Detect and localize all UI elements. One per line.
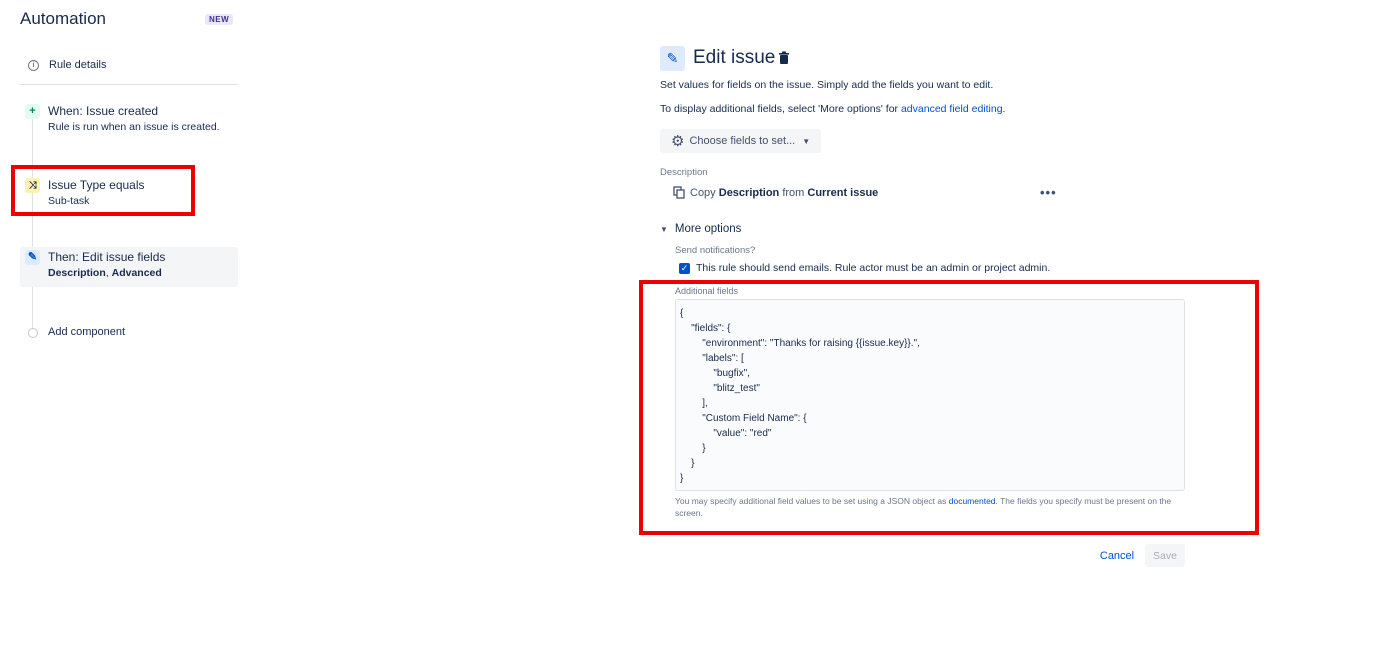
add-dot-icon <box>28 328 38 338</box>
additional-fields-editor[interactable]: { "fields": { "environment": "Thanks for… <box>675 299 1185 491</box>
timeline-line <box>32 112 33 334</box>
action-title: Then: Edit issue fields <box>48 250 166 264</box>
copy-from: from <box>782 187 805 199</box>
desc-suffix: . <box>1002 103 1006 115</box>
action-subtitle-a: Description <box>48 267 106 279</box>
add-component-button[interactable]: Add component <box>20 324 238 342</box>
json-line: ], <box>680 398 708 409</box>
documented-link[interactable]: documented <box>949 496 996 506</box>
advanced-field-editing-link[interactable]: advanced field editing <box>901 103 1003 115</box>
plus-icon: + <box>25 104 40 119</box>
send-notifications-text: This rule should send emails. Rule actor… <box>696 262 1051 274</box>
trigger-title: When: Issue created <box>48 104 159 118</box>
json-line: "environment": "Thanks for raising {{iss… <box>680 338 920 349</box>
pencil-icon: ✎ <box>25 250 40 265</box>
json-line: "labels": [ <box>680 353 744 364</box>
json-line: "Custom Field Name": { <box>680 413 807 424</box>
json-line: "blitz_test" <box>680 383 760 394</box>
more-options-label: More options <box>674 223 742 235</box>
send-notifications-label: Send notifications? <box>675 245 756 256</box>
condition-step[interactable]: ⤨ Issue Type equals Sub-task <box>20 175 238 211</box>
send-notifications-checkbox[interactable]: ✓ <box>679 263 690 274</box>
save-button[interactable]: Save <box>1145 544 1185 567</box>
copy-source: Current issue <box>807 187 879 199</box>
additional-fields-label: Additional fields <box>675 286 739 296</box>
rule-details-label: Rule details <box>49 59 107 71</box>
json-line: "value": "red" <box>680 428 772 439</box>
action-subtitle-b: Advanced <box>111 267 162 279</box>
rule-details-link[interactable]: i Rule details <box>20 56 238 74</box>
info-icon: i <box>28 59 39 71</box>
description-field-label: Description <box>660 167 708 178</box>
condition-subtitle: Sub-task <box>48 195 90 207</box>
json-line: "fields": { <box>680 323 731 334</box>
action-subtitle: Description, Advanced <box>48 267 162 279</box>
additional-fields-help: You may specify additional field values … <box>675 495 1190 519</box>
trigger-subtitle: Rule is run when an issue is created. <box>48 121 220 133</box>
help-prefix: You may specify additional field values … <box>675 496 949 506</box>
json-line: } <box>680 473 684 484</box>
condition-title: Issue Type equals <box>48 178 145 192</box>
gear-icon: ⚙ <box>671 133 685 150</box>
json-line: { <box>680 308 684 319</box>
json-line: } <box>680 443 706 454</box>
trigger-step[interactable]: + When: Issue created Rule is run when a… <box>20 101 238 137</box>
trash-icon[interactable] <box>776 50 792 66</box>
more-options-toggle[interactable]: ▼ More options <box>660 223 741 235</box>
panel-description: Set values for fields on the issue. Simp… <box>660 79 994 91</box>
json-line: "bugfix", <box>680 368 750 379</box>
panel-title: Edit issue <box>693 47 776 68</box>
new-badge: NEW <box>205 14 234 25</box>
json-line: } <box>680 458 695 469</box>
pencil-icon: ✎ <box>660 46 685 71</box>
choose-fields-label: Choose fields to set... <box>689 135 796 147</box>
desc-prefix: To display additional fields, select 'Mo… <box>660 103 901 115</box>
shuffle-icon: ⤨ <box>25 178 40 193</box>
cancel-button[interactable]: Cancel <box>1095 545 1139 566</box>
copy-value-row: Copy Description from Current issue <box>690 187 878 199</box>
app-title: Automation <box>20 9 106 28</box>
copy-word: Copy <box>690 187 716 199</box>
action-step[interactable]: ✎ Then: Edit issue fields Description, A… <box>20 247 238 287</box>
copy-icon <box>673 186 685 199</box>
more-actions-icon[interactable]: ••• <box>1040 185 1057 200</box>
add-component-label: Add component <box>48 326 126 338</box>
chevron-down-icon: ▼ <box>802 136 811 146</box>
panel-description-2: To display additional fields, select 'Mo… <box>660 103 1005 115</box>
copy-field: Description <box>718 187 780 199</box>
choose-fields-dropdown[interactable]: ⚙ Choose fields to set... ▼ <box>660 129 821 153</box>
chevron-down-icon: ▼ <box>660 224 668 234</box>
sidebar-divider <box>20 84 238 85</box>
